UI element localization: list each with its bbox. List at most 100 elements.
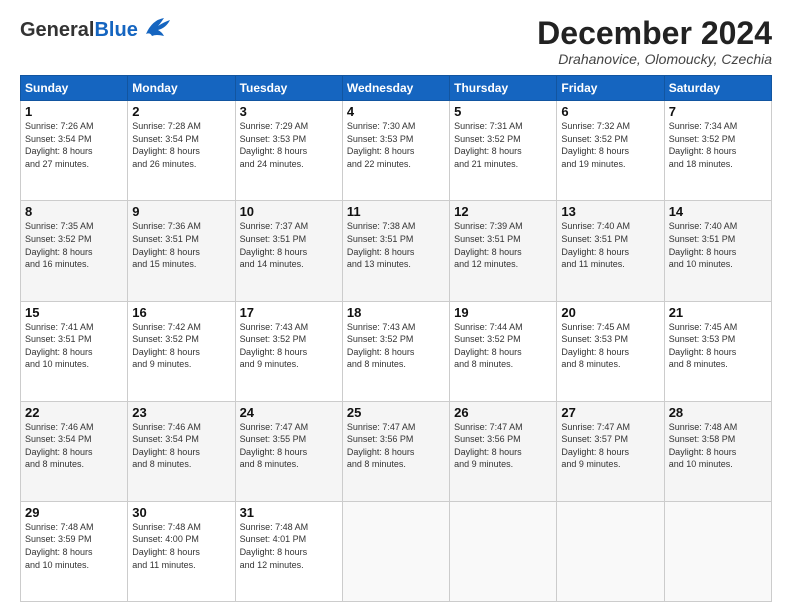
day-info: Sunrise: 7:31 AMSunset: 3:52 PMDaylight:… — [454, 120, 552, 170]
day-number: 5 — [454, 104, 552, 119]
calendar-day-cell: 7Sunrise: 7:34 AMSunset: 3:52 PMDaylight… — [664, 101, 771, 201]
calendar-day-cell: 27Sunrise: 7:47 AMSunset: 3:57 PMDayligh… — [557, 401, 664, 501]
title-area: December 2024 Drahanovice, Olomoucky, Cz… — [537, 16, 772, 67]
calendar-day-cell: 5Sunrise: 7:31 AMSunset: 3:52 PMDaylight… — [450, 101, 557, 201]
day-number: 28 — [669, 405, 767, 420]
day-number: 31 — [240, 505, 338, 520]
day-number: 6 — [561, 104, 659, 119]
day-info: Sunrise: 7:32 AMSunset: 3:52 PMDaylight:… — [561, 120, 659, 170]
calendar-day-cell: 9Sunrise: 7:36 AMSunset: 3:51 PMDaylight… — [128, 201, 235, 301]
day-info: Sunrise: 7:47 AMSunset: 3:56 PMDaylight:… — [454, 421, 552, 471]
day-number: 25 — [347, 405, 445, 420]
day-info: Sunrise: 7:43 AMSunset: 3:52 PMDaylight:… — [240, 321, 338, 371]
calendar-day-cell — [664, 501, 771, 601]
calendar-day-cell: 11Sunrise: 7:38 AMSunset: 3:51 PMDayligh… — [342, 201, 449, 301]
day-info: Sunrise: 7:47 AMSunset: 3:57 PMDaylight:… — [561, 421, 659, 471]
day-info: Sunrise: 7:45 AMSunset: 3:53 PMDaylight:… — [669, 321, 767, 371]
day-info: Sunrise: 7:28 AMSunset: 3:54 PMDaylight:… — [132, 120, 230, 170]
day-info: Sunrise: 7:48 AMSunset: 4:00 PMDaylight:… — [132, 521, 230, 571]
calendar-day-cell: 22Sunrise: 7:46 AMSunset: 3:54 PMDayligh… — [21, 401, 128, 501]
day-number: 11 — [347, 204, 445, 219]
day-number: 10 — [240, 204, 338, 219]
page: GeneralBlue December 2024 Drahanovice, O… — [0, 0, 792, 612]
day-number: 22 — [25, 405, 123, 420]
day-number: 26 — [454, 405, 552, 420]
calendar-day-cell — [557, 501, 664, 601]
day-of-week-header: Thursday — [450, 76, 557, 101]
logo: GeneralBlue — [20, 16, 172, 44]
day-info: Sunrise: 7:38 AMSunset: 3:51 PMDaylight:… — [347, 220, 445, 270]
calendar-day-cell: 31Sunrise: 7:48 AMSunset: 4:01 PMDayligh… — [235, 501, 342, 601]
day-number: 1 — [25, 104, 123, 119]
day-number: 8 — [25, 204, 123, 219]
day-info: Sunrise: 7:43 AMSunset: 3:52 PMDaylight:… — [347, 321, 445, 371]
day-info: Sunrise: 7:34 AMSunset: 3:52 PMDaylight:… — [669, 120, 767, 170]
day-info: Sunrise: 7:41 AMSunset: 3:51 PMDaylight:… — [25, 321, 123, 371]
subtitle: Drahanovice, Olomoucky, Czechia — [537, 51, 772, 67]
day-number: 2 — [132, 104, 230, 119]
day-number: 12 — [454, 204, 552, 219]
calendar-week-row: 1Sunrise: 7:26 AMSunset: 3:54 PMDaylight… — [21, 101, 772, 201]
day-info: Sunrise: 7:35 AMSunset: 3:52 PMDaylight:… — [25, 220, 123, 270]
day-number: 13 — [561, 204, 659, 219]
logo-blue: Blue — [94, 19, 137, 41]
calendar-day-cell: 25Sunrise: 7:47 AMSunset: 3:56 PMDayligh… — [342, 401, 449, 501]
calendar-day-cell: 29Sunrise: 7:48 AMSunset: 3:59 PMDayligh… — [21, 501, 128, 601]
calendar-day-cell: 21Sunrise: 7:45 AMSunset: 3:53 PMDayligh… — [664, 301, 771, 401]
day-number: 9 — [132, 204, 230, 219]
day-number: 18 — [347, 305, 445, 320]
day-info: Sunrise: 7:39 AMSunset: 3:51 PMDaylight:… — [454, 220, 552, 270]
day-number: 20 — [561, 305, 659, 320]
calendar-day-cell: 15Sunrise: 7:41 AMSunset: 3:51 PMDayligh… — [21, 301, 128, 401]
calendar-week-row: 15Sunrise: 7:41 AMSunset: 3:51 PMDayligh… — [21, 301, 772, 401]
calendar-day-cell: 10Sunrise: 7:37 AMSunset: 3:51 PMDayligh… — [235, 201, 342, 301]
calendar-day-cell: 13Sunrise: 7:40 AMSunset: 3:51 PMDayligh… — [557, 201, 664, 301]
calendar-day-cell: 18Sunrise: 7:43 AMSunset: 3:52 PMDayligh… — [342, 301, 449, 401]
day-info: Sunrise: 7:44 AMSunset: 3:52 PMDaylight:… — [454, 321, 552, 371]
calendar-day-cell: 30Sunrise: 7:48 AMSunset: 4:00 PMDayligh… — [128, 501, 235, 601]
day-number: 24 — [240, 405, 338, 420]
month-title: December 2024 — [537, 16, 772, 51]
calendar-day-cell: 2Sunrise: 7:28 AMSunset: 3:54 PMDaylight… — [128, 101, 235, 201]
calendar-day-cell: 28Sunrise: 7:48 AMSunset: 3:58 PMDayligh… — [664, 401, 771, 501]
day-number: 3 — [240, 104, 338, 119]
logo-bird-icon — [144, 16, 172, 44]
calendar-day-cell: 14Sunrise: 7:40 AMSunset: 3:51 PMDayligh… — [664, 201, 771, 301]
day-info: Sunrise: 7:36 AMSunset: 3:51 PMDaylight:… — [132, 220, 230, 270]
calendar-day-cell: 23Sunrise: 7:46 AMSunset: 3:54 PMDayligh… — [128, 401, 235, 501]
calendar-day-cell — [342, 501, 449, 601]
calendar-header-row: SundayMondayTuesdayWednesdayThursdayFrid… — [21, 76, 772, 101]
day-of-week-header: Wednesday — [342, 76, 449, 101]
day-info: Sunrise: 7:46 AMSunset: 3:54 PMDaylight:… — [25, 421, 123, 471]
day-number: 7 — [669, 104, 767, 119]
calendar-day-cell: 20Sunrise: 7:45 AMSunset: 3:53 PMDayligh… — [557, 301, 664, 401]
day-number: 17 — [240, 305, 338, 320]
calendar-day-cell: 3Sunrise: 7:29 AMSunset: 3:53 PMDaylight… — [235, 101, 342, 201]
day-info: Sunrise: 7:47 AMSunset: 3:55 PMDaylight:… — [240, 421, 338, 471]
day-info: Sunrise: 7:48 AMSunset: 3:59 PMDaylight:… — [25, 521, 123, 571]
day-number: 30 — [132, 505, 230, 520]
calendar-week-row: 29Sunrise: 7:48 AMSunset: 3:59 PMDayligh… — [21, 501, 772, 601]
calendar-day-cell: 19Sunrise: 7:44 AMSunset: 3:52 PMDayligh… — [450, 301, 557, 401]
day-of-week-header: Monday — [128, 76, 235, 101]
day-info: Sunrise: 7:37 AMSunset: 3:51 PMDaylight:… — [240, 220, 338, 270]
calendar-day-cell: 6Sunrise: 7:32 AMSunset: 3:52 PMDaylight… — [557, 101, 664, 201]
calendar-week-row: 8Sunrise: 7:35 AMSunset: 3:52 PMDaylight… — [21, 201, 772, 301]
day-of-week-header: Friday — [557, 76, 664, 101]
day-number: 14 — [669, 204, 767, 219]
day-number: 27 — [561, 405, 659, 420]
day-info: Sunrise: 7:48 AMSunset: 3:58 PMDaylight:… — [669, 421, 767, 471]
day-number: 21 — [669, 305, 767, 320]
day-number: 19 — [454, 305, 552, 320]
logo-general: General — [20, 19, 94, 41]
calendar-day-cell: 24Sunrise: 7:47 AMSunset: 3:55 PMDayligh… — [235, 401, 342, 501]
day-info: Sunrise: 7:26 AMSunset: 3:54 PMDaylight:… — [25, 120, 123, 170]
day-info: Sunrise: 7:47 AMSunset: 3:56 PMDaylight:… — [347, 421, 445, 471]
day-number: 29 — [25, 505, 123, 520]
calendar-day-cell: 1Sunrise: 7:26 AMSunset: 3:54 PMDaylight… — [21, 101, 128, 201]
calendar-day-cell: 8Sunrise: 7:35 AMSunset: 3:52 PMDaylight… — [21, 201, 128, 301]
day-of-week-header: Saturday — [664, 76, 771, 101]
day-number: 15 — [25, 305, 123, 320]
day-of-week-header: Sunday — [21, 76, 128, 101]
day-info: Sunrise: 7:42 AMSunset: 3:52 PMDaylight:… — [132, 321, 230, 371]
